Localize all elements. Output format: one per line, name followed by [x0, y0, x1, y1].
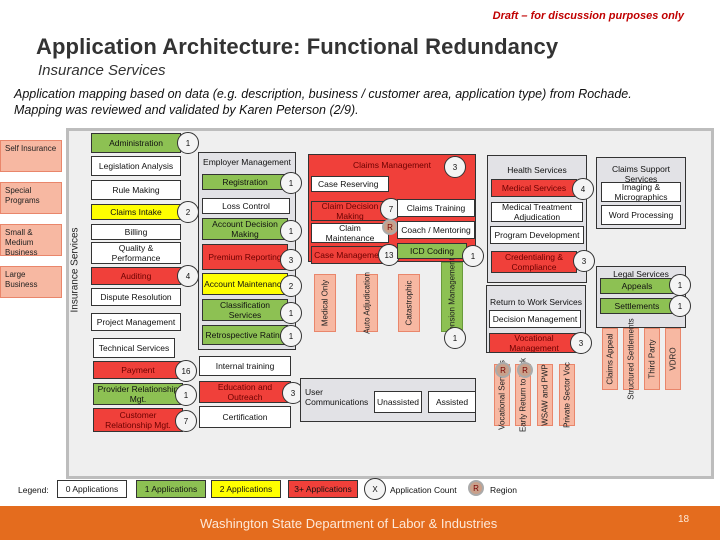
func-medical-treatment-adjudication[interactable]: Medical Treatment Adjudication — [491, 202, 583, 222]
func-settlements[interactable]: Settlements — [600, 298, 674, 314]
func-case-reserving[interactable]: Case Reserving — [311, 176, 389, 192]
segment-self-insurance: Self Insurance — [0, 140, 62, 172]
legend-three-plus-apps: 3+ Applications — [288, 480, 358, 498]
func-credentialing-compliance[interactable]: Credentialing & Compliance — [491, 251, 577, 273]
func-internal-training[interactable]: Internal training — [199, 356, 291, 376]
func-coach-mentoring[interactable]: Coach / Mentoring — [397, 221, 475, 239]
func-imaging-micrographics[interactable]: Imaging & Micrographics — [601, 182, 681, 202]
func-billing[interactable]: Billing — [91, 224, 181, 240]
legend-region-label: Region — [490, 485, 517, 495]
app-count-badge: 1 — [175, 384, 197, 406]
app-count-badge: 7 — [175, 410, 197, 432]
func-claim-maintenance[interactable]: Claim Maintenance — [311, 223, 389, 243]
draft-notice: Draft – for discussion purposes only — [492, 10, 684, 22]
func-registration[interactable]: Registration — [202, 174, 288, 190]
app-count-badge: 4 — [572, 178, 594, 200]
segment-large-business: Large Business — [0, 266, 62, 298]
func-claims-intake[interactable]: Claims Intake — [91, 204, 181, 220]
func-claim-decision-making[interactable]: Claim Decision Making — [311, 201, 389, 221]
app-count-badge: 1 — [669, 274, 691, 296]
legend-count-symbol: X — [364, 478, 386, 500]
func-provider-relationship[interactable]: Provider Relationship Mgt. — [93, 383, 183, 405]
description: Application mapping based on data (e.g. … — [14, 87, 632, 117]
func-icd-coding[interactable]: ICD Coding — [397, 243, 467, 259]
app-count-badge: 3 — [573, 250, 595, 272]
region-marker: R — [495, 362, 511, 378]
footer-org: Washington State Department of Labor & I… — [200, 516, 498, 531]
func-certification[interactable]: Certification — [199, 406, 291, 428]
segment-special-programs: Special Programs — [0, 182, 62, 214]
subtype-claims-appeal: Claims Appeal — [602, 328, 618, 390]
func-retrospective-rating[interactable]: Retrospective Rating — [202, 325, 288, 345]
app-count-badge: 1 — [280, 220, 302, 242]
func-technical-services[interactable]: Technical Services — [93, 338, 175, 358]
group-title: Health Services — [507, 165, 567, 175]
page-number: 18 — [678, 514, 690, 525]
app-count-badge: 2 — [280, 275, 302, 297]
func-program-development[interactable]: Program Development — [490, 226, 584, 244]
func-education-outreach[interactable]: Education and Outreach — [199, 381, 291, 403]
subtype-catastrophic: Catastrophic — [398, 274, 420, 332]
legend-zero-apps: 0 Applications — [57, 480, 127, 498]
app-count-badge: 4 — [177, 265, 199, 287]
app-count-badge: 3 — [280, 249, 302, 271]
func-dispute-resolution[interactable]: Dispute Resolution — [91, 288, 181, 306]
segment-small-medium-business: Small & Medium Business — [0, 224, 62, 257]
func-appeals[interactable]: Appeals — [600, 278, 674, 294]
legend-one-app: 1 Applications — [136, 480, 206, 498]
legend-region-symbol: R — [468, 480, 484, 496]
subtype-medical-only: Medical Only — [314, 274, 336, 332]
func-vocational-management[interactable]: Vocational Management — [489, 333, 579, 353]
func-account-maintenance[interactable]: Account Maintenance — [202, 273, 288, 295]
func-unassisted[interactable]: Unassisted — [374, 391, 422, 413]
app-count-badge: 16 — [175, 360, 197, 382]
app-count-badge: 1 — [444, 327, 466, 349]
region-marker: R — [517, 362, 533, 378]
app-count-badge: 3 — [444, 156, 466, 178]
func-payment[interactable]: Payment — [93, 361, 183, 379]
func-decision-management[interactable]: Decision Management — [489, 310, 581, 328]
legend-label: Legend: — [18, 485, 49, 495]
subtype-structured-settlements: Structured Settlements — [623, 318, 639, 400]
page-title: Application Architecture: Functional Red… — [36, 34, 559, 59]
func-auditing[interactable]: Auditing — [91, 267, 181, 285]
app-count-badge: 1 — [669, 295, 691, 317]
panel-label: Insurance Services — [69, 227, 81, 313]
group-title: Claims Support Services — [611, 164, 671, 184]
func-medical-services[interactable]: Medical Services — [491, 179, 577, 197]
app-count-badge: 1 — [280, 325, 302, 347]
app-count-badge: 1 — [280, 302, 302, 324]
subtype-third-party: Third Party — [644, 328, 660, 390]
subtype-vdro: VDRO — [665, 328, 681, 390]
func-rule-making[interactable]: Rule Making — [91, 180, 181, 200]
func-assisted[interactable]: Assisted — [428, 391, 476, 413]
func-premium-reporting[interactable]: Premium Reporting — [202, 244, 288, 270]
func-customer-relationship[interactable]: Customer Relationship Mgt. — [93, 408, 183, 432]
func-loss-control[interactable]: Loss Control — [202, 198, 290, 214]
legend-count-label: Application Count — [390, 485, 457, 495]
app-count-badge: 3 — [570, 332, 592, 354]
legend-two-apps: 2 Applications — [211, 480, 281, 498]
group-title: User Communications — [305, 387, 369, 407]
group-title: Employer Management — [203, 157, 291, 167]
group-title: Return to Work Services — [490, 297, 582, 307]
app-count-badge: 1 — [177, 132, 199, 154]
page-subtitle: Insurance Services — [38, 62, 166, 79]
app-count-badge: 2 — [177, 201, 199, 223]
func-quality-performance[interactable]: Quality & Performance — [91, 242, 181, 264]
subtype-wsaw-pwp: WSAW and PWP — [537, 364, 553, 426]
region-marker: R — [382, 219, 398, 235]
func-administration[interactable]: Administration — [91, 133, 181, 153]
app-count-badge: 1 — [462, 245, 484, 267]
func-claims-training[interactable]: Claims Training — [397, 199, 475, 217]
app-count-badge: 1 — [280, 172, 302, 194]
func-account-decision-making[interactable]: Account Decision Making — [202, 218, 288, 240]
subtype-pension-management: Pension Management — [441, 258, 463, 336]
func-project-management[interactable]: Project Management — [91, 313, 181, 331]
subtype-private-sector-voc: Private Sector Voc — [559, 362, 575, 428]
func-word-processing[interactable]: Word Processing — [601, 205, 681, 225]
func-legislation-analysis[interactable]: Legislation Analysis — [91, 156, 181, 176]
func-classification-services[interactable]: Classification Services — [202, 299, 288, 321]
subtype-auto-adjudication: Auto Adjudication — [356, 272, 378, 334]
